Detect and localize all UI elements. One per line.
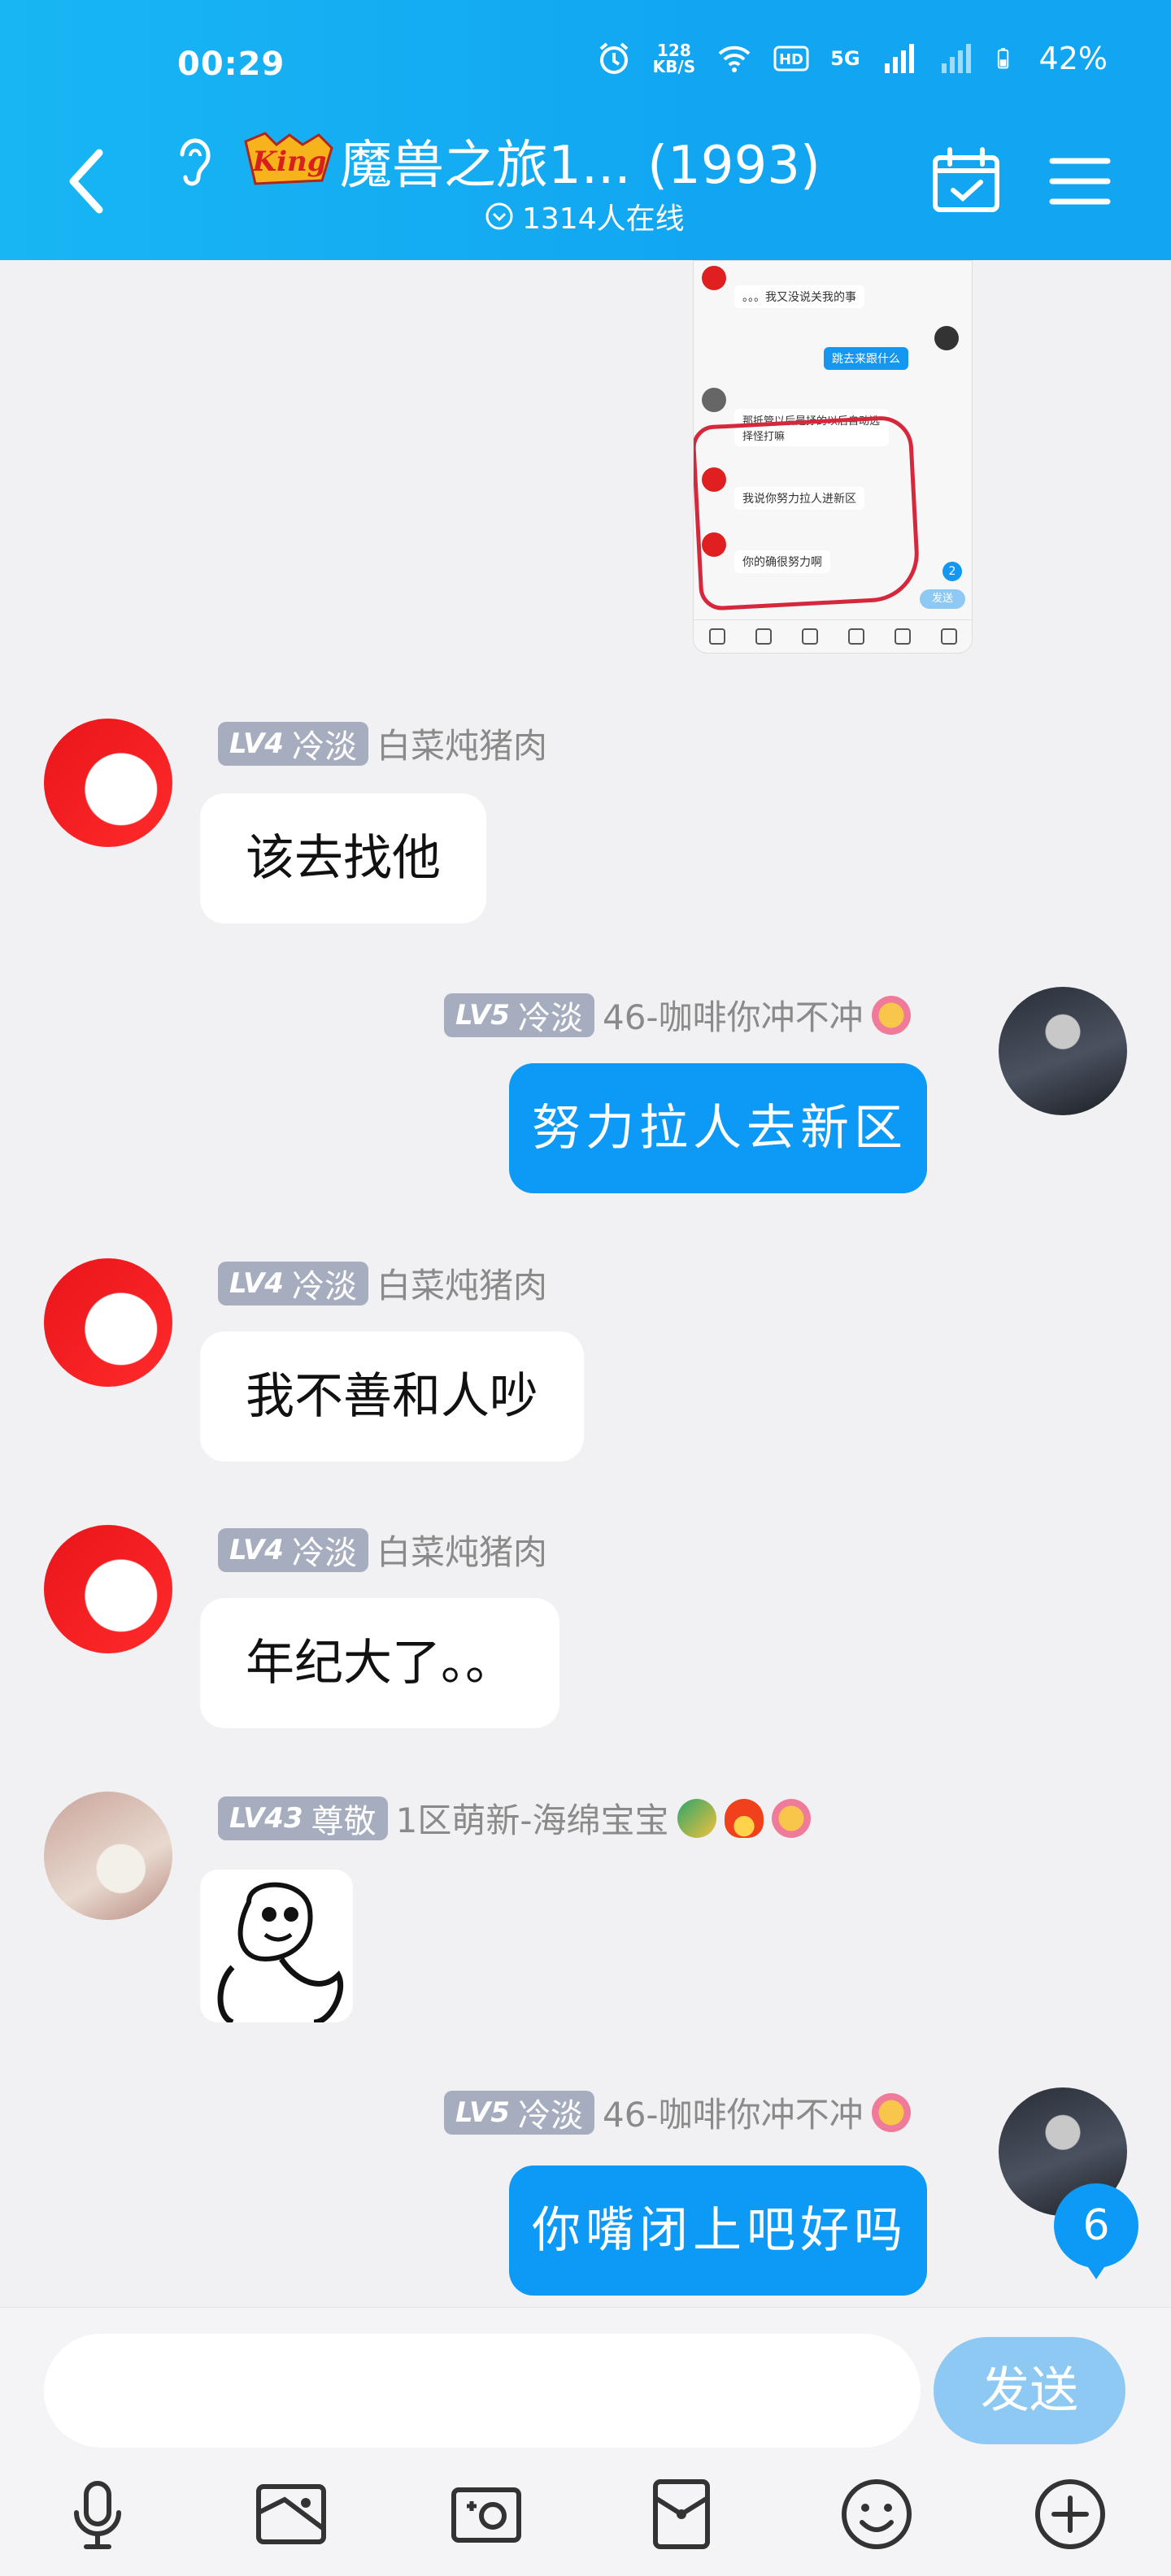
- calendar-check-button[interactable]: [930, 146, 1002, 215]
- status-time: 00:29: [177, 46, 285, 83]
- mini-send-button: 发送: [920, 589, 965, 609]
- send-button[interactable]: 发送: [934, 2337, 1125, 2444]
- sender-nickname[interactable]: 白菜炖猪肉: [377, 719, 547, 768]
- message-meta: LV4 冷淡 白菜炖猪肉: [218, 719, 547, 768]
- wifi-icon: [718, 46, 751, 72]
- composer: 发送: [0, 2307, 1171, 2576]
- fire-icon: [724, 1798, 764, 1838]
- mini-text: 。。。我又没说关我的事: [734, 285, 864, 308]
- message-meta: LV4 冷淡 白菜炖猪肉: [218, 1258, 547, 1308]
- message-bubble[interactable]: 你嘴闭上吧好吗: [509, 2165, 927, 2296]
- mini-unread-badge: 2: [942, 562, 962, 581]
- sticker-message[interactable]: [200, 1870, 353, 2022]
- battery-icon: [997, 48, 1008, 69]
- avatar[interactable]: [44, 1525, 172, 1653]
- sender-nickname[interactable]: 白菜炖猪肉: [377, 1525, 547, 1575]
- alarm-icon: [599, 42, 628, 74]
- svg-text:King: King: [252, 146, 327, 178]
- group-title[interactable]: 魔兽之旅1... (1993): [340, 124, 821, 198]
- mini-avatar: [934, 326, 959, 350]
- red-circle-annotation: [694, 415, 921, 611]
- unread-count-badge[interactable]: 6: [1054, 2183, 1138, 2279]
- signal-icon: [884, 44, 914, 73]
- level-badge: LV4 冷淡: [218, 1527, 368, 1572]
- dragon-icon: [677, 1798, 716, 1838]
- camera-icon[interactable]: [447, 2475, 525, 2553]
- plus-icon[interactable]: [1031, 2475, 1109, 2553]
- battery-level: 42%: [1038, 41, 1108, 76]
- sender-nickname[interactable]: 白菜炖猪肉: [377, 1258, 547, 1308]
- sender-nickname[interactable]: 46-咖啡你冲不冲: [603, 2087, 864, 2137]
- message-bubble[interactable]: 该去找他: [200, 793, 486, 923]
- svg-text:HD: HD: [779, 51, 803, 68]
- mini-toolbar: [694, 619, 972, 653]
- flower-face-icon: [871, 995, 911, 1035]
- message-meta: LV43 尊敬 1区萌新-海绵宝宝: [218, 1793, 811, 1843]
- message-meta: LV5 冷淡 46-咖啡你冲不冲: [444, 2087, 911, 2137]
- signal-2-icon: [941, 44, 971, 73]
- sender-nickname[interactable]: 46-咖啡你冲不冲: [603, 990, 864, 1040]
- screenshot-image-message[interactable]: 。。。我又没说关我的事 跳去来跟什么 那抵管以后是抒的以后自动选择怪打嘛 我说你…: [693, 260, 973, 654]
- network-label: 5G: [830, 47, 860, 70]
- level-badge: LV5 冷淡: [444, 993, 594, 1037]
- message-bubble[interactable]: 努力拉人去新区: [509, 1063, 927, 1193]
- microphone-icon[interactable]: [59, 2475, 137, 2553]
- ear-icon[interactable]: [171, 130, 216, 192]
- emoji-icon[interactable]: [838, 2475, 916, 2553]
- message-meta: LV4 冷淡 白菜炖猪肉: [218, 1525, 547, 1575]
- chevron-down-circle-icon: [485, 202, 513, 230]
- red-packet-icon[interactable]: [642, 2475, 720, 2553]
- level-badge: LV4 冷淡: [218, 721, 368, 766]
- flower-face-icon: [771, 1798, 811, 1838]
- level-badge: LV43 尊敬: [218, 1796, 388, 1840]
- sender-nickname[interactable]: 1区萌新-海绵宝宝: [396, 1793, 669, 1843]
- chat-header: 00:29 128 KB/S HD 5G 42% King 魔兽之旅1... (1…: [0, 0, 1171, 260]
- avatar[interactable]: [999, 987, 1127, 1115]
- online-count[interactable]: 1314人在线: [485, 195, 685, 237]
- net-speed: 128 KB/S: [652, 41, 696, 76]
- menu-icon[interactable]: [1049, 154, 1111, 208]
- avatar[interactable]: [44, 719, 172, 847]
- sticker-image: [217, 1882, 344, 2022]
- message-input[interactable]: [44, 2334, 921, 2448]
- mini-text: 跳去来跟什么: [824, 347, 908, 370]
- avatar[interactable]: [44, 1258, 172, 1387]
- mini-avatar: [702, 388, 726, 412]
- avatar[interactable]: [44, 1792, 172, 1920]
- message-bubble[interactable]: 年纪大了。。: [200, 1598, 559, 1728]
- level-badge: LV4 冷淡: [218, 1261, 368, 1305]
- status-bar-right: 128 KB/S HD 5G 42%: [596, 41, 1108, 76]
- online-count-label: 1314人在线: [522, 202, 685, 236]
- image-icon[interactable]: [252, 2475, 330, 2553]
- message-bubble[interactable]: 我不善和人吵: [200, 1331, 584, 1462]
- back-button[interactable]: [59, 145, 115, 218]
- message-meta: LV5 冷淡 46-咖啡你冲不冲: [444, 990, 911, 1040]
- level-badge: LV5 冷淡: [444, 2090, 594, 2135]
- king-logo: King: [244, 132, 333, 185]
- mini-avatar: [702, 266, 726, 290]
- flower-face-icon: [871, 2092, 911, 2132]
- hd-icon: HD: [773, 46, 809, 72]
